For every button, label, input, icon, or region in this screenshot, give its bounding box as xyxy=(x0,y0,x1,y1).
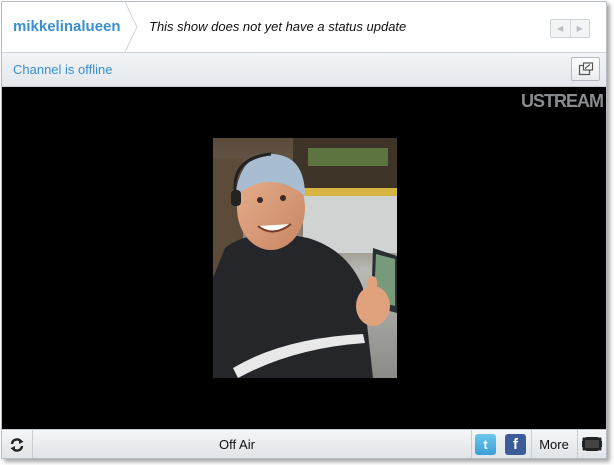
video-area[interactable]: USTREAM xyxy=(2,87,606,429)
broadcast-status: Off Air xyxy=(219,437,255,452)
breadcrumb-separator xyxy=(124,2,138,52)
status-bar: mikkelinalueen This show does not yet ha… xyxy=(2,2,606,53)
popout-icon xyxy=(578,62,593,76)
ustream-player: mikkelinalueen This show does not yet ha… xyxy=(1,1,607,459)
popout-button[interactable] xyxy=(571,57,600,81)
status-update-text: This show does not yet have a status upd… xyxy=(149,19,407,34)
channel-info-bar: Channel is offline xyxy=(2,53,606,87)
offline-thumbnail-image xyxy=(213,138,397,378)
channel-status-text: Channel is offline xyxy=(13,62,113,77)
prev-arrow-icon[interactable]: ◀ xyxy=(551,20,571,37)
status-nav: ◀ ▶ xyxy=(550,19,590,38)
next-arrow-icon[interactable]: ▶ xyxy=(571,20,590,37)
divider xyxy=(577,430,578,458)
ustream-logo: USTREAM xyxy=(521,91,604,111)
twitter-icon[interactable]: t xyxy=(475,434,496,455)
facebook-icon[interactable]: f xyxy=(505,434,526,455)
fullscreen-icon xyxy=(581,436,603,452)
fullscreen-button[interactable] xyxy=(581,435,603,453)
channel-name-link[interactable]: mikkelinalueen xyxy=(2,2,134,52)
player-controls: Off Air t f More xyxy=(2,429,606,458)
divider xyxy=(471,430,472,458)
more-button[interactable]: More xyxy=(532,430,576,458)
